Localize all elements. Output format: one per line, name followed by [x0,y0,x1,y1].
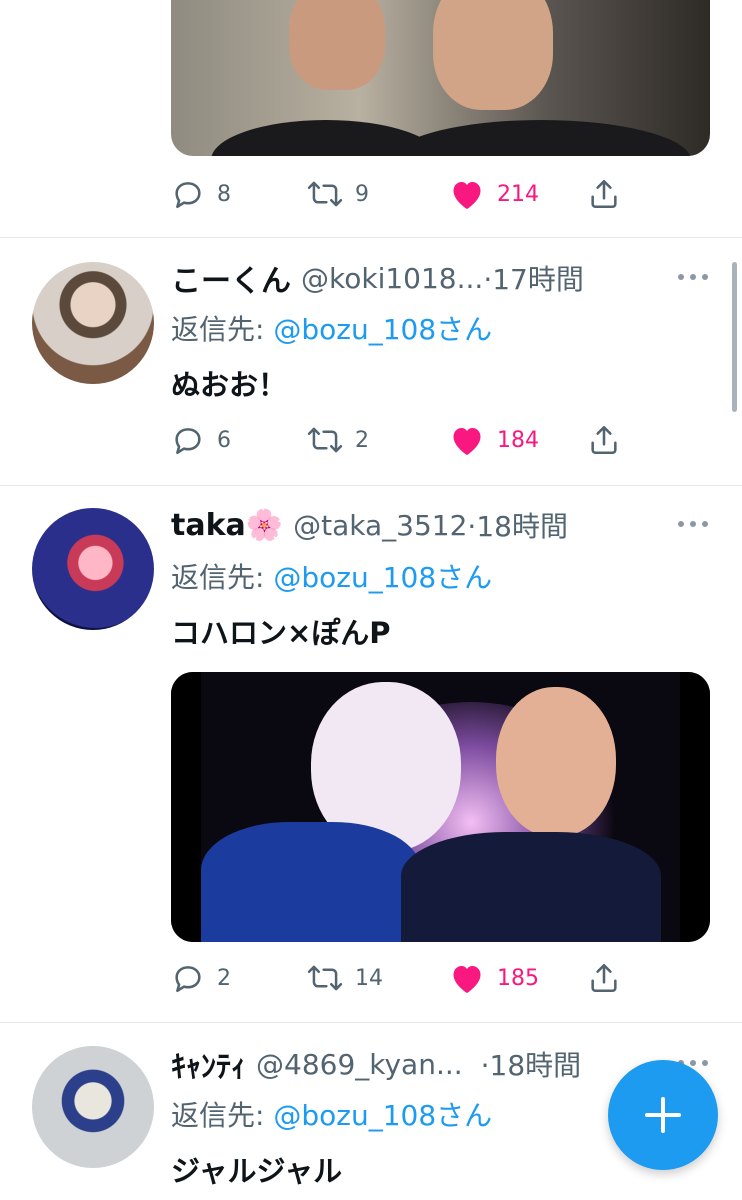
more-icon[interactable] [678,519,708,529]
reply-to-link[interactable]: @bozu_108さん [273,313,492,346]
more-icon[interactable] [678,272,708,282]
tweet-actions: 8 9 214 [171,174,631,214]
share-button[interactable] [587,958,621,998]
share-button[interactable] [587,174,621,214]
share-icon [591,425,617,455]
like-button[interactable]: 184 [449,420,539,460]
user-handle[interactable]: @taka_3512 [293,509,467,542]
share-button[interactable] [587,420,621,460]
retweet-count: 2 [355,427,369,453]
reply-to-link[interactable]: @bozu_108さん [273,1099,492,1132]
reply-count: 2 [217,965,231,991]
retweet-button[interactable]: 9 [307,174,369,214]
tweet-text: ジャルジャル [171,1154,343,1188]
like-count: 184 [497,427,539,453]
tweet-divider [0,237,742,238]
display-name[interactable]: こーくん [171,256,291,300]
reply-context: 返信先: @bozu_108さん [171,1094,492,1134]
retweet-count: 9 [355,181,369,207]
retweet-count: 14 [355,965,383,991]
retweet-button[interactable]: 2 [307,420,369,460]
user-handle[interactable]: @4869_kyan... [256,1048,463,1081]
scrollbar[interactable] [732,262,737,412]
tweet-header: taka🌸 @taka_3512 ·18時間 [171,503,662,547]
tweet-header: こーくん @koki1018... ·17時間 [171,256,662,300]
avatar[interactable] [32,262,154,384]
heart-icon [453,428,481,455]
reply-count: 6 [217,427,231,453]
heart-icon [453,966,481,993]
tweet-media-image[interactable] [171,672,710,942]
plus-icon [645,1097,681,1133]
tweet-divider [0,1022,742,1023]
tweet-media-image[interactable] [171,0,710,156]
timestamp[interactable]: ·18時間 [467,505,568,545]
reply-label: 返信先: [171,313,274,346]
retweet-button[interactable]: 14 [307,958,383,998]
heart-icon [453,182,481,209]
like-count: 185 [497,965,539,991]
reply-label: 返信先: [171,1099,274,1132]
reply-icon [175,182,201,209]
user-handle[interactable]: @koki1018... [301,262,483,295]
share-icon [591,179,617,209]
retweet-icon [307,181,343,207]
tweet-header: ｷｬﾝﾃｨ @4869_kyan... ·18時間 [171,1042,662,1086]
like-button[interactable]: 185 [449,958,539,998]
reply-count: 8 [217,181,231,207]
reply-to-link[interactable]: @bozu_108さん [273,561,492,594]
retweet-icon [307,427,343,453]
tweet-actions: 6 2 184 [171,420,631,460]
reply-button[interactable]: 8 [171,174,231,214]
timestamp[interactable]: ·18時間 [481,1044,582,1084]
avatar[interactable] [32,508,154,630]
reply-icon [175,428,201,455]
reply-context: 返信先: @bozu_108さん [171,308,492,348]
tweet-text: コハロン×ぽんP [171,616,391,650]
share-icon [591,963,617,993]
timestamp[interactable]: ·17時間 [483,258,584,298]
tweet-divider [0,485,742,486]
reply-icon [175,966,201,993]
reply-context: 返信先: @bozu_108さん [171,556,492,596]
reply-label: 返信先: [171,561,274,594]
display-name[interactable]: taka🌸 [171,508,283,543]
compose-button[interactable] [608,1060,718,1170]
reply-button[interactable]: 2 [171,958,231,998]
tweet-actions: 2 14 185 [171,958,631,998]
display-name[interactable]: ｷｬﾝﾃｨ [171,1042,246,1086]
retweet-icon [307,965,343,991]
like-button[interactable]: 214 [449,174,539,214]
tweet-text: ぬおお！ [171,368,288,402]
avatar[interactable] [32,1046,154,1168]
reply-button[interactable]: 6 [171,420,231,460]
like-count: 214 [497,181,539,207]
